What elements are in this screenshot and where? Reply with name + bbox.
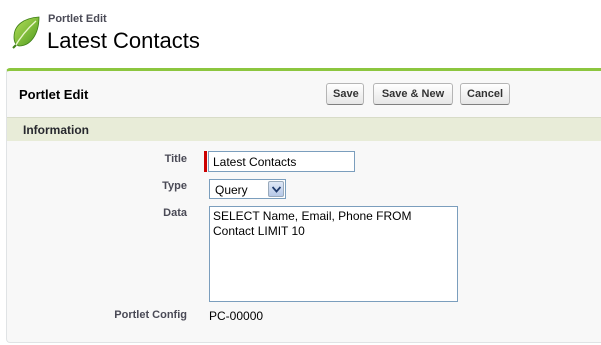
- type-select[interactable]: Query: [209, 179, 286, 199]
- type-label: Type: [162, 180, 187, 192]
- required-indicator: [204, 151, 207, 172]
- page-title: Latest Contacts: [47, 28, 200, 53]
- data-textarea[interactable]: SELECT Name, Email, Phone FROM Contact L…: [209, 206, 458, 302]
- title-input[interactable]: [208, 151, 355, 172]
- page-header: Portlet Edit Latest Contacts: [0, 0, 601, 68]
- panel-title: Portlet Edit: [19, 87, 89, 102]
- portlet-config-value: PC-00000: [209, 309, 264, 323]
- save-and-new-button[interactable]: Save & New: [373, 83, 453, 105]
- portlet-edit-panel: Portlet Edit Save Save & New Cancel Info…: [6, 68, 601, 343]
- portlet-config-label: Portlet Config: [114, 309, 187, 321]
- title-label: Title: [164, 153, 187, 165]
- type-select-value: Query: [215, 183, 248, 197]
- chevron-down-icon[interactable]: [268, 181, 284, 197]
- data-label: Data: [163, 207, 187, 219]
- information-section-header: Information: [7, 117, 601, 141]
- page-subtitle: Portlet Edit: [48, 13, 107, 25]
- cancel-button[interactable]: Cancel: [460, 83, 510, 105]
- save-button[interactable]: Save: [326, 83, 364, 105]
- leaf-icon: [12, 16, 40, 49]
- section-label: Information: [23, 123, 89, 137]
